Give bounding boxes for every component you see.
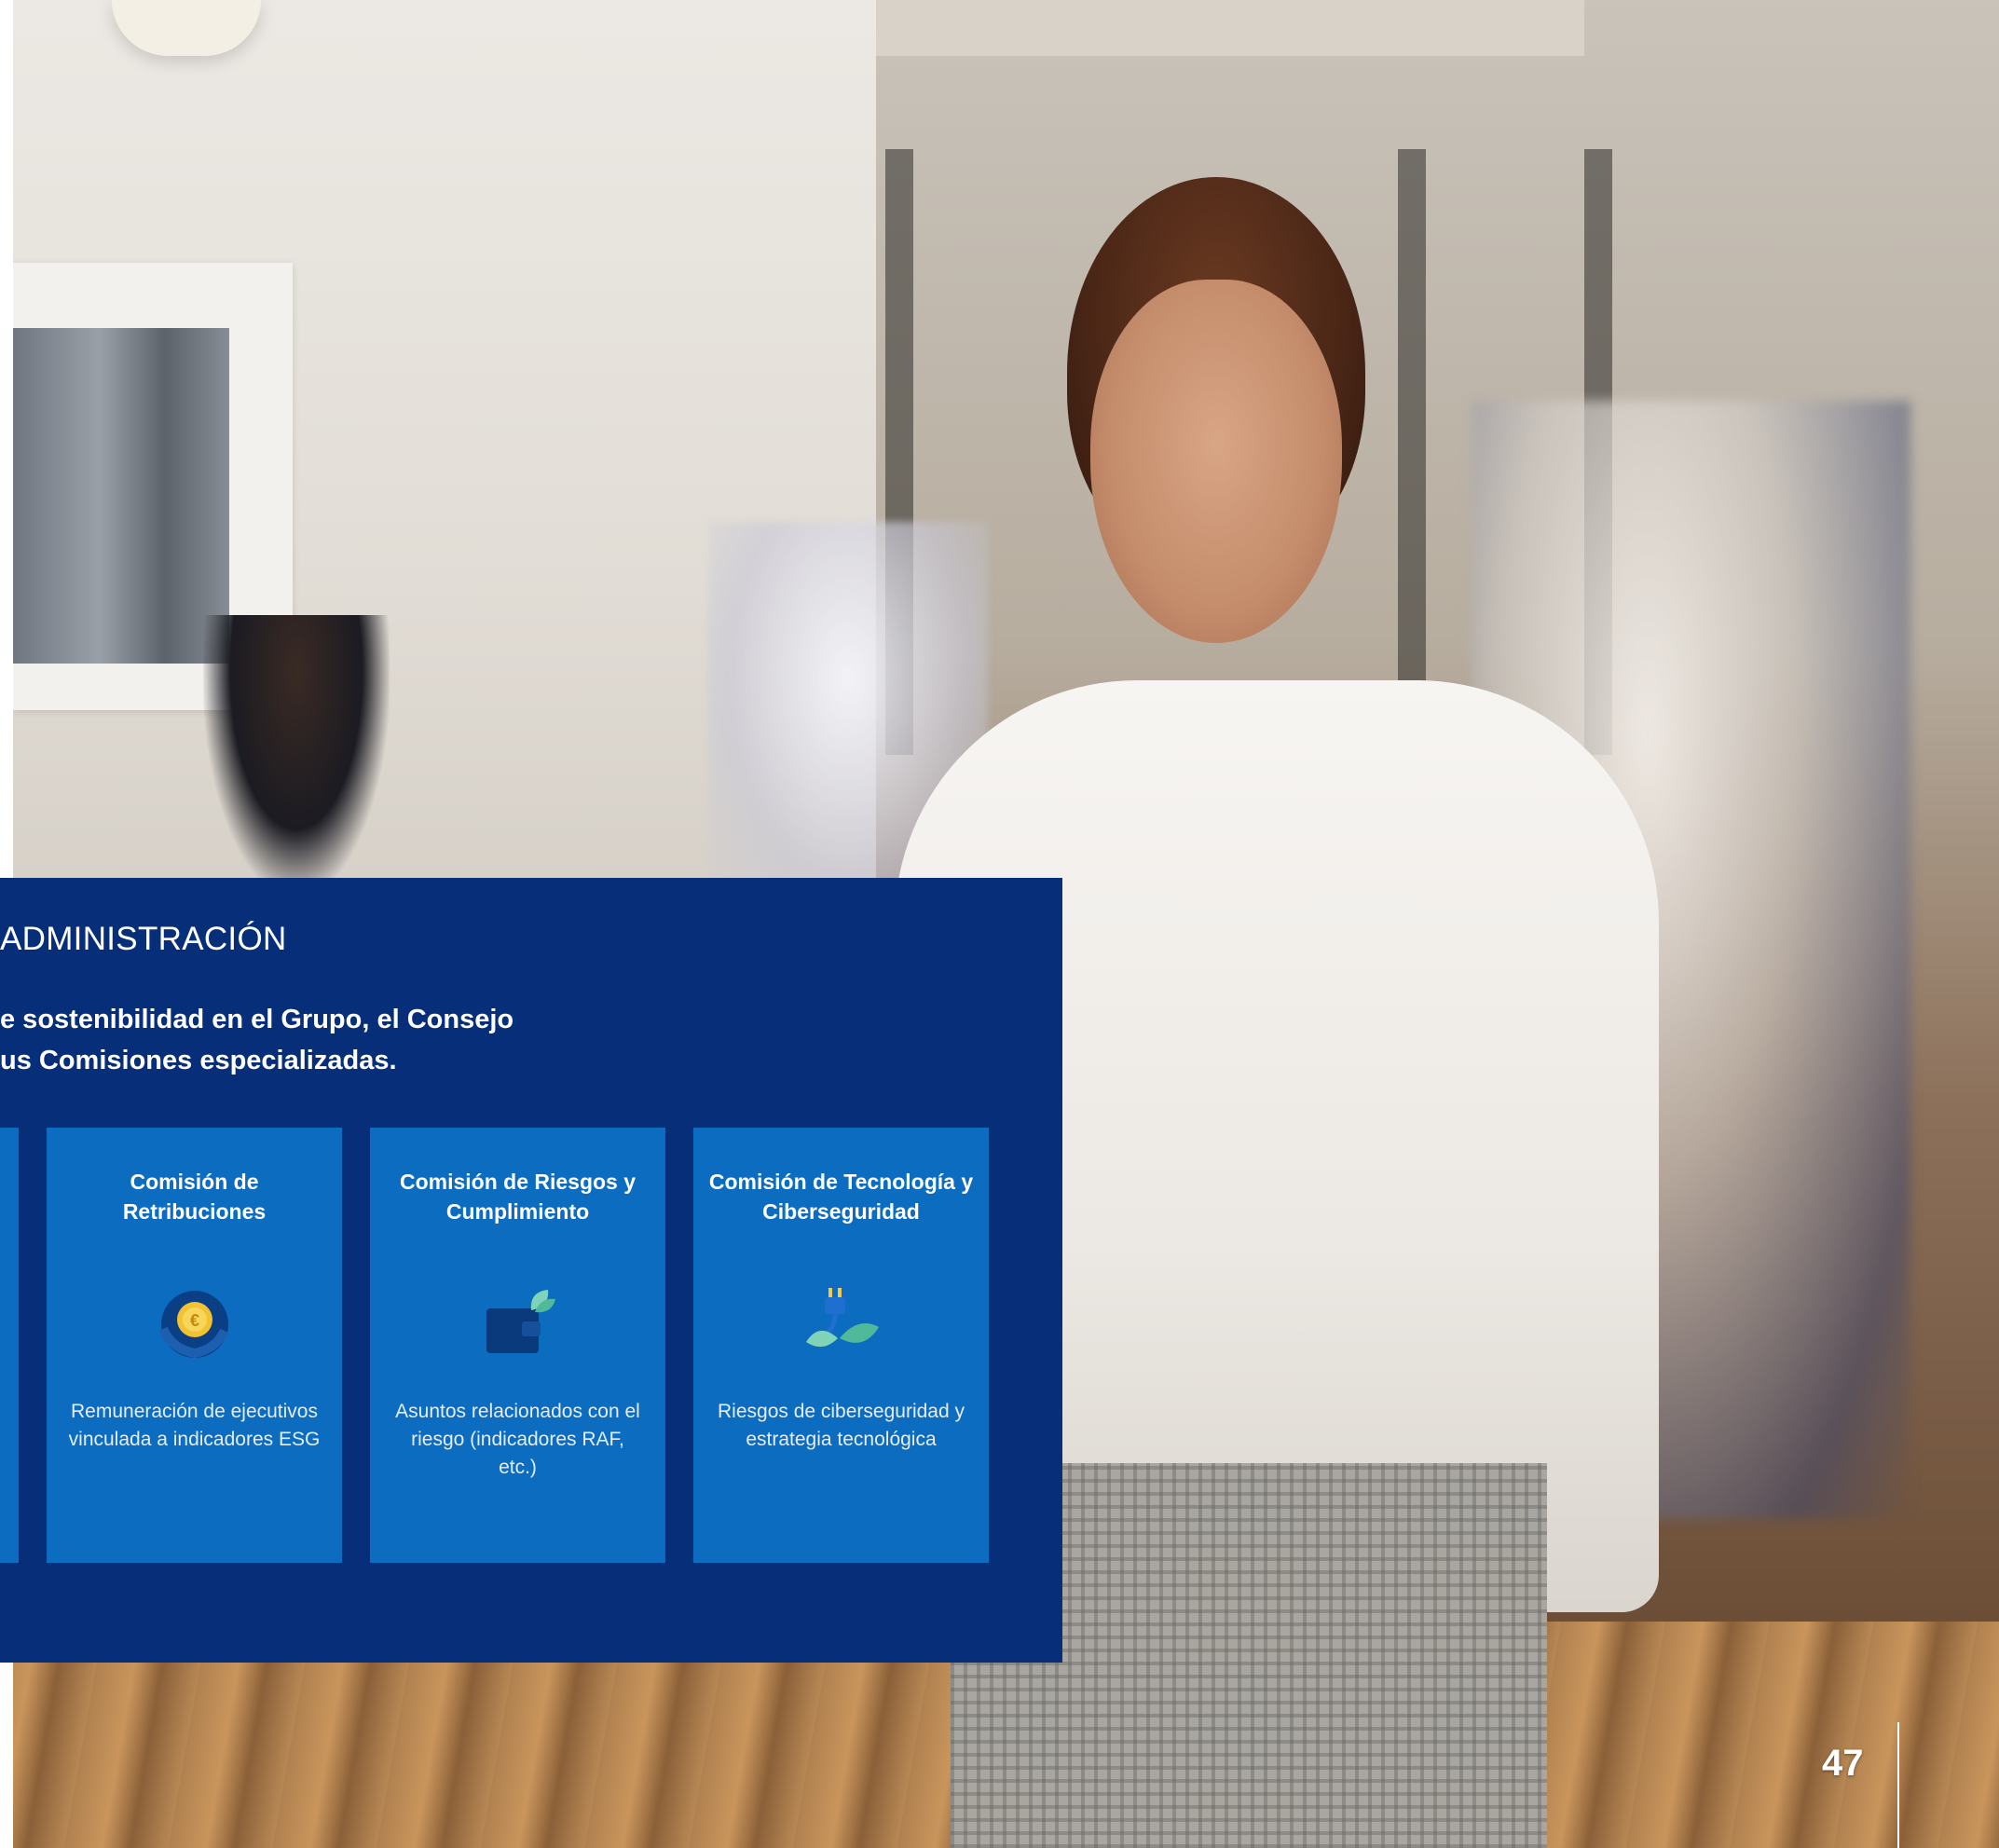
page-number: 47 — [1822, 1743, 1864, 1784]
committee-card-riesgos: Comisión de Riesgos y Cumplimiento Asunt… — [370, 1128, 665, 1563]
plug-leaf-icon — [805, 1288, 879, 1348]
committee-card-title: Comisión de Riesgos y Cumplimiento — [399, 1170, 637, 1224]
panel-title: ADMINISTRACIÓN — [0, 921, 287, 957]
svg-text:€: € — [189, 1311, 199, 1330]
corridor-ceiling — [876, 0, 1584, 56]
committee-card-tecnologia: Comisión de Tecnología y Ciberseguridad … — [693, 1128, 989, 1563]
committee-card-title: Comisión de Retribuciones — [122, 1170, 267, 1224]
panel-intro-line-2: us Comisiones especializadas. — [0, 1046, 397, 1075]
committee-card-retribuciones: Comisión de Retribuciones € Remuneración… — [47, 1128, 342, 1563]
wallet-leaf-icon — [486, 1290, 555, 1353]
governance-panel: ADMINISTRACIÓN e sostenibilidad en el Gr… — [0, 878, 1062, 1663]
committee-card-partial — [0, 1128, 19, 1563]
committee-card-title: Comisión de Tecnología y Ciberseguridad — [708, 1170, 974, 1224]
page-number-divider — [1897, 1722, 1899, 1848]
committee-card-description: Riesgos de ciberseguridad y estrategia t… — [718, 1401, 965, 1450]
panel-intro: e sostenibilidad en el Grupo, el Consejo… — [0, 999, 578, 1081]
committee-card-description: Remuneración de ejecutivos vinculada a i… — [68, 1401, 321, 1450]
coin-hand-icon: € — [157, 1291, 228, 1359]
committee-card-description: Asuntos relacionados con el riesgo (indi… — [395, 1401, 640, 1478]
panel-intro-line-1: e sostenibilidad en el Grupo, el Consejo — [0, 1005, 514, 1034]
background-woman — [203, 615, 390, 895]
